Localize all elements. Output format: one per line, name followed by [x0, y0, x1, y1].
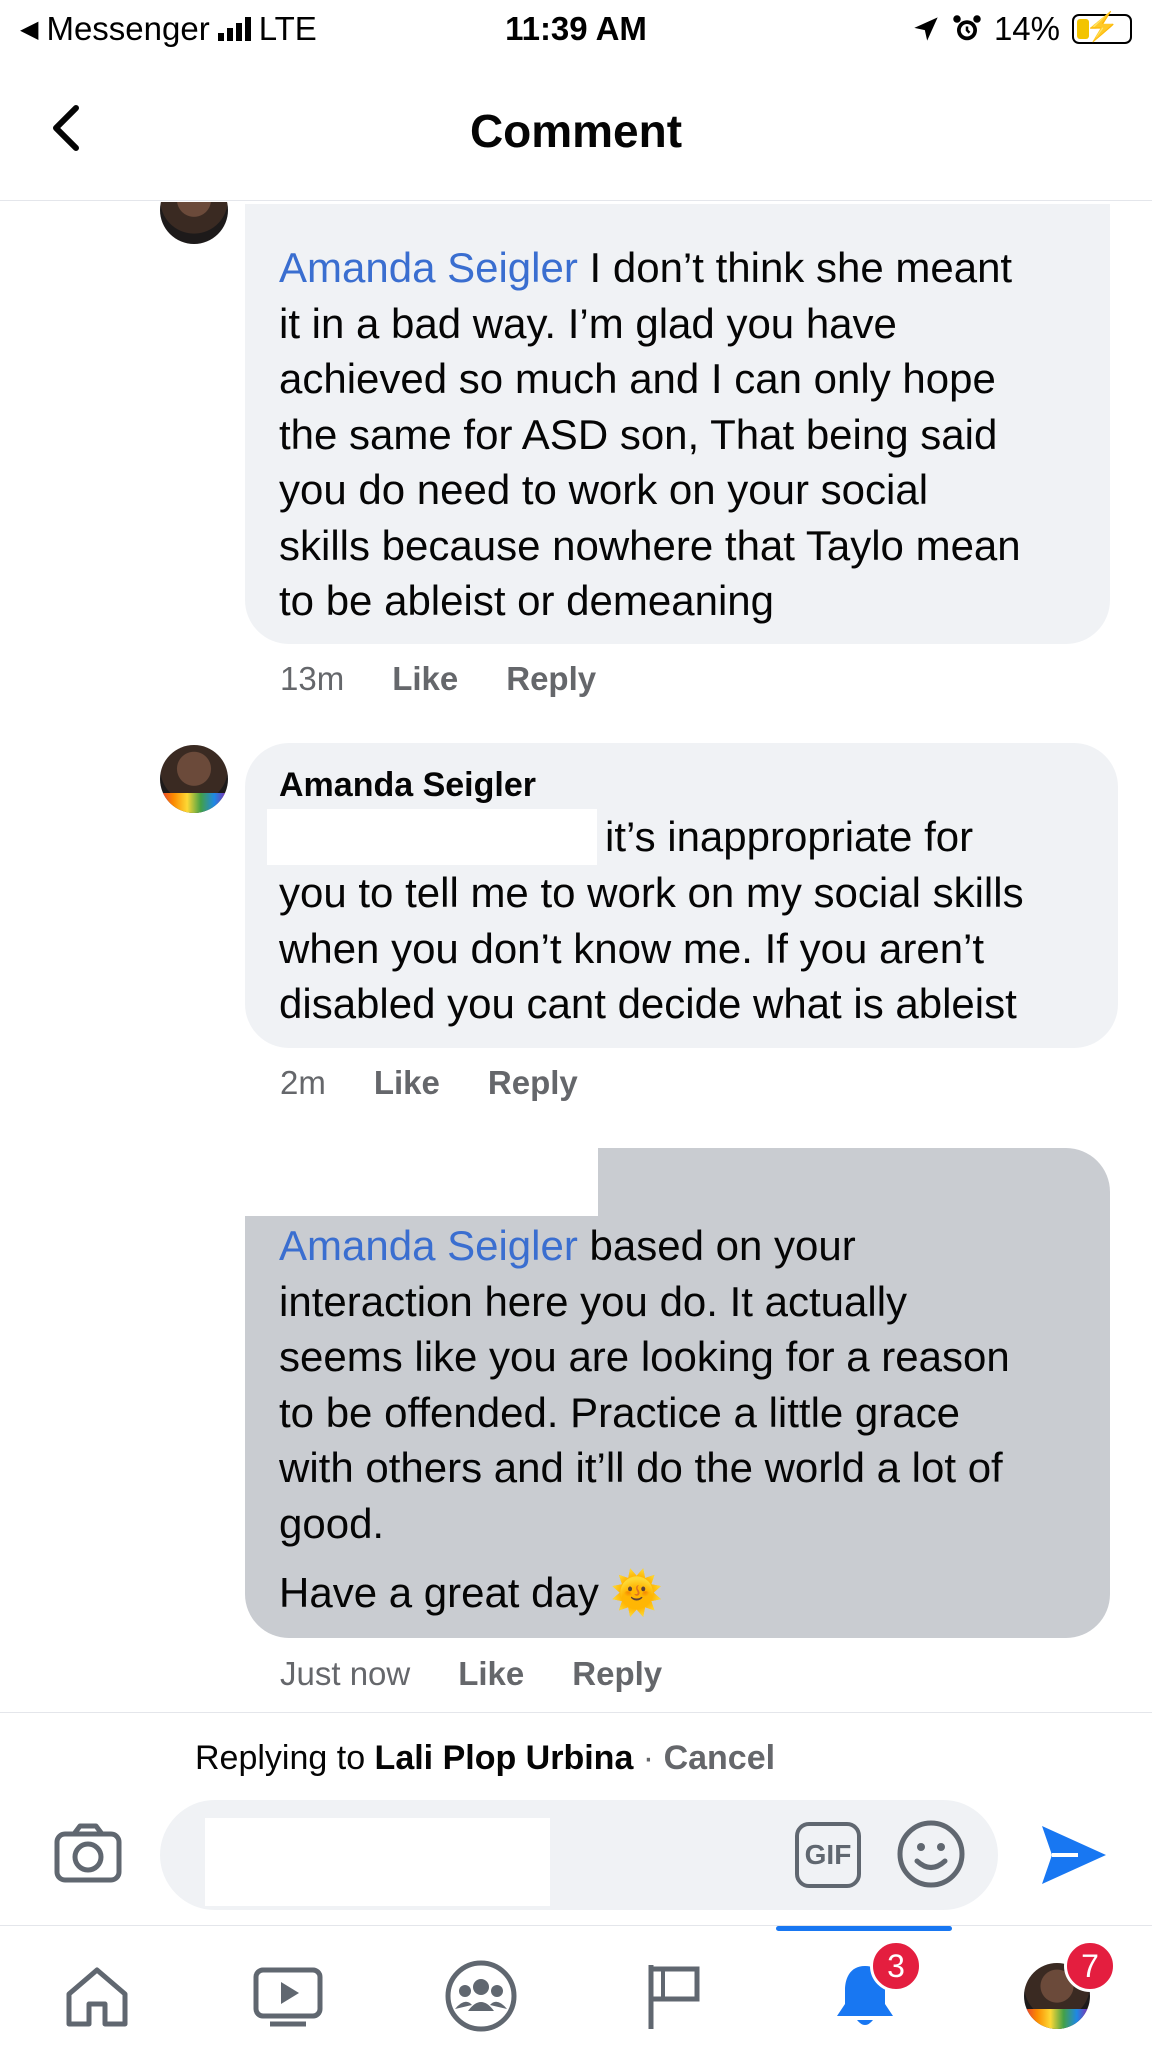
- comment-closing: Have a great day 🌞: [279, 1569, 663, 1616]
- comment-time: 13m: [280, 660, 345, 697]
- comment-text: it’s inappropriate for you to tell me to…: [267, 809, 1084, 1032]
- status-bar: ◀ Messenger LTE 11:39 AM 14% ⚡: [0, 0, 1152, 60]
- smiley-icon: [897, 1820, 965, 1888]
- comment-bubble: Amanda Seigler it’s inappropriate for yo…: [245, 743, 1118, 1048]
- reply-button[interactable]: Reply: [572, 1655, 662, 1693]
- page-title: Comment: [469, 105, 683, 157]
- tab-home[interactable]: [52, 1956, 142, 2036]
- replying-bar: Replying to Lali Plop Urbina · Cancel: [0, 1712, 1152, 1801]
- camera-icon: [54, 1823, 122, 1883]
- tab-menu[interactable]: 7: [1012, 1940, 1116, 2036]
- tab-notifications[interactable]: 3: [820, 1940, 922, 2036]
- composer: GIF: [0, 1790, 1152, 1920]
- like-button[interactable]: Like: [458, 1655, 524, 1693]
- tab-groups[interactable]: [436, 1956, 526, 2036]
- notifications-badge: 3: [870, 1940, 922, 1992]
- menu-badge: 7: [1064, 1940, 1116, 1992]
- flag-icon: [648, 1965, 700, 2029]
- author-redaction: [240, 1140, 598, 1216]
- battery-icon: ⚡: [1072, 11, 1132, 44]
- comment-actions: 13m Like Reply: [280, 660, 596, 698]
- header: Comment: [0, 70, 1152, 201]
- replying-to-name: Lali Plop Urbina: [374, 1739, 634, 1777]
- active-tab-indicator: [776, 1926, 952, 1931]
- mention-link[interactable]: Amanda Seigler: [279, 244, 578, 291]
- comment-time: 2m: [280, 1064, 326, 1101]
- redacted-mention: [267, 809, 597, 865]
- battery-percent: 14%: [993, 10, 1060, 47]
- like-button[interactable]: Like: [392, 660, 458, 698]
- gif-icon: GIF: [804, 1839, 852, 1870]
- comment-actions: 2m Like Reply: [280, 1064, 578, 1102]
- comment-bubble: Amanda Seigler based on your interaction…: [245, 1148, 1110, 1638]
- comment-bubble: Amanda Seigler I don’t think she meant i…: [245, 204, 1110, 644]
- location-icon: [914, 17, 938, 41]
- comment-actions: Just now Like Reply: [280, 1655, 662, 1693]
- home-icon: [66, 1967, 128, 2027]
- send-icon: [1042, 1826, 1106, 1884]
- emoji-button[interactable]: [895, 1818, 967, 1890]
- avatar[interactable]: [160, 745, 228, 813]
- send-button[interactable]: [1038, 1822, 1110, 1888]
- alarm-icon: [953, 15, 981, 41]
- cancel-reply-button[interactable]: Cancel: [664, 1739, 776, 1777]
- tab-watch[interactable]: [243, 1956, 333, 2036]
- comment-text: Amanda Seigler based on your interaction…: [279, 1222, 1010, 1547]
- status-right: 14% ⚡: [912, 10, 1132, 48]
- redacted-draft: [205, 1818, 550, 1906]
- like-button[interactable]: Like: [374, 1064, 440, 1102]
- gif-button[interactable]: GIF: [795, 1822, 861, 1888]
- tab-pages[interactable]: [628, 1956, 718, 2036]
- comment-time: Just now: [280, 1655, 411, 1692]
- reply-button[interactable]: Reply: [506, 660, 596, 698]
- replying-text: Replying to Lali Plop Urbina · Cancel: [195, 1739, 776, 1777]
- mention-link[interactable]: Amanda Seigler: [279, 1222, 578, 1269]
- groups-icon: [445, 1960, 517, 2032]
- sun-emoji: 🌞: [610, 1569, 663, 1616]
- comment-author[interactable]: Amanda Seigler: [279, 763, 1084, 807]
- camera-button[interactable]: [52, 1818, 124, 1890]
- video-icon: [253, 1967, 323, 2027]
- comment-text: Amanda Seigler I don’t think she meant i…: [279, 244, 1021, 624]
- bottom-nav: 3 7: [0, 1925, 1152, 2049]
- reply-button[interactable]: Reply: [488, 1064, 578, 1102]
